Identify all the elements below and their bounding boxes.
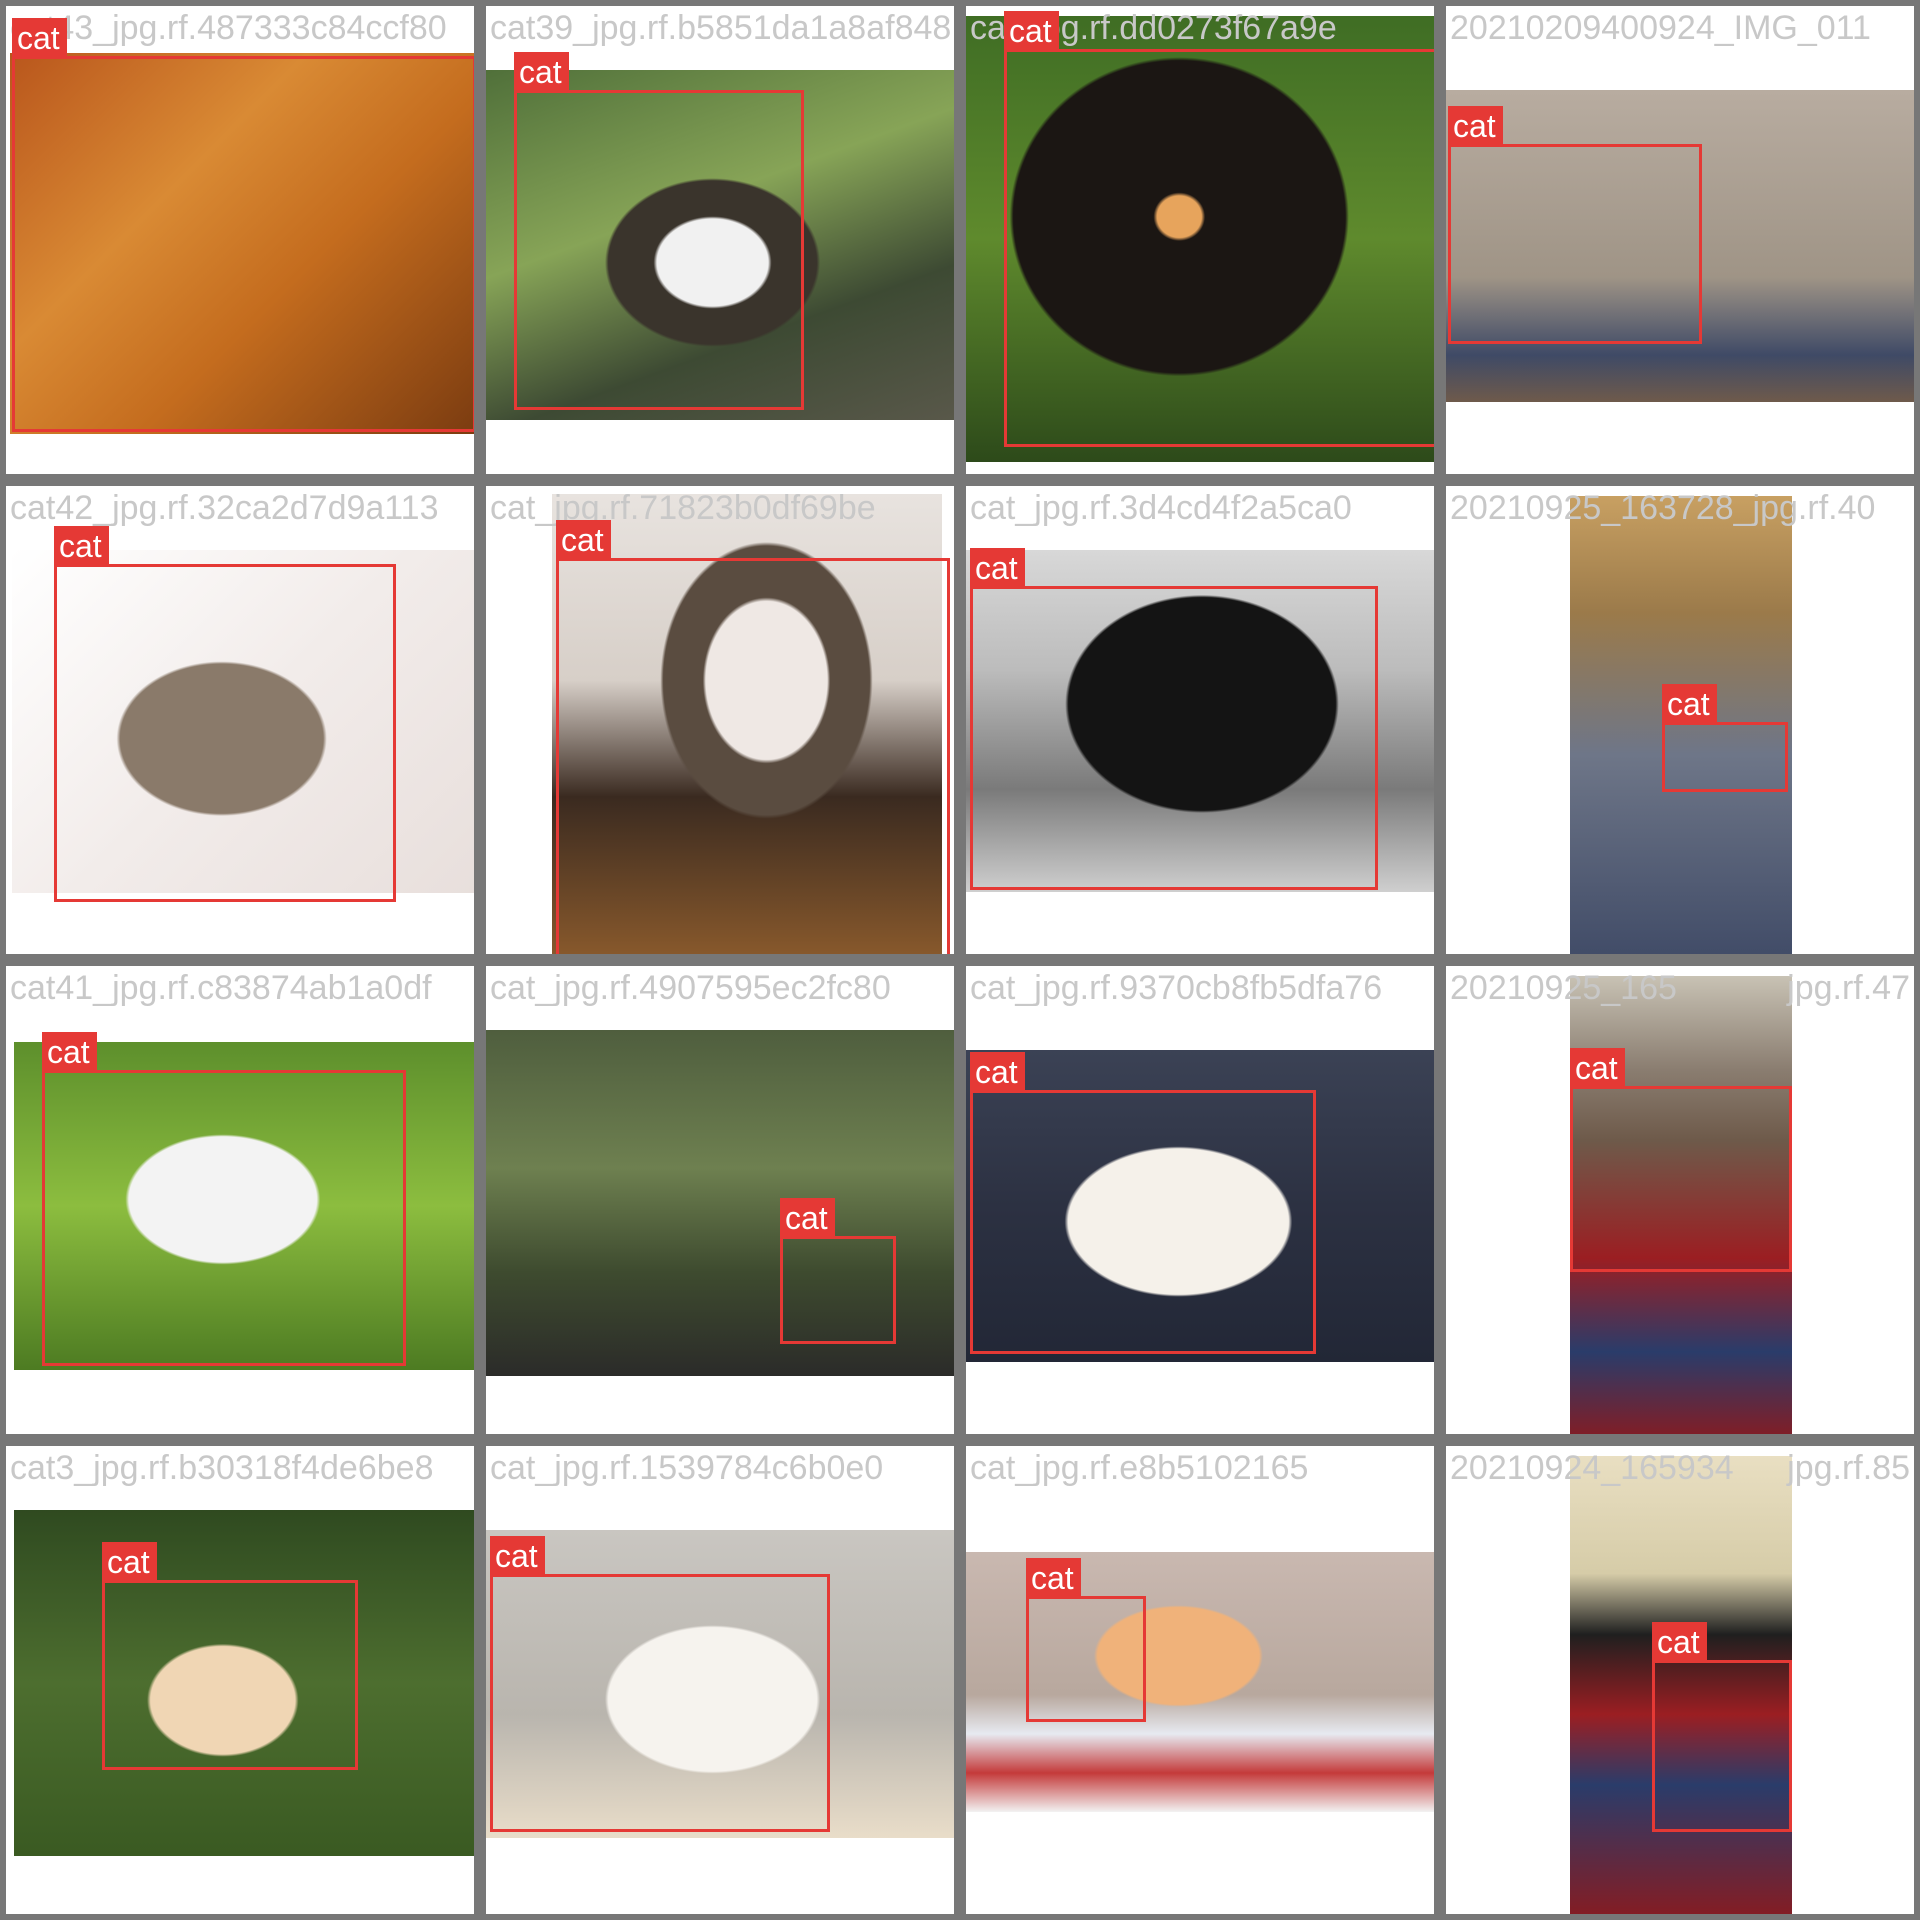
bounding-box: cat <box>1448 106 1702 344</box>
grid-tile: cat_jpg.rf.9370cb8fb5dfa76cat <box>966 966 1434 1434</box>
tile-filename: cat_jpg.rf.3d4cd4f2a5ca0 <box>970 489 1352 527</box>
grid-tile: cat43_jpg.rf.487333c84ccf80 cat <box>6 6 474 474</box>
bounding-box: cat <box>1004 11 1434 447</box>
bounding-box: cat <box>970 1052 1316 1354</box>
box-label: cat <box>514 52 569 90</box>
tile-filename: cat43_jpg.rf.487333c84ccf80 <box>10 9 447 47</box>
box-label: cat <box>1026 1558 1081 1596</box>
bounding-box: cat <box>1026 1558 1146 1722</box>
grid-tile: cat41_jpg.rf.c83874ab1a0dfcat <box>6 966 474 1434</box>
tile-filename: 20210925_165 <box>1450 969 1677 1007</box>
box-label: cat <box>54 526 109 564</box>
box-label: cat <box>780 1198 835 1236</box>
tile-filename: 20210925_163728_jpg.rf.40 <box>1450 489 1876 527</box>
tile-filename: cat39_jpg.rf.b5851da1a8af848 <box>490 9 952 47</box>
bounding-box: cat <box>54 526 396 902</box>
grid-tile: cat_jpg.rf.e8b5102165cat <box>966 1446 1434 1914</box>
tile-filename: cat_jpg.rf.4907595ec2fc80 <box>490 969 891 1007</box>
grid-tile: 20210209400924_IMG_011cat <box>1446 6 1914 474</box>
bounding-box: cat <box>970 548 1378 890</box>
grid-tile: cat3_jpg.rf.b30318f4de6be8cat <box>6 1446 474 1914</box>
box-label: cat <box>1570 1048 1625 1086</box>
box-label: cat <box>490 1536 545 1574</box>
tile-filename: cat_jpg.rf.1539784c6b0e0 <box>490 1449 884 1487</box>
box-label: cat <box>1004 11 1059 49</box>
box-label: cat <box>556 520 611 558</box>
bounding-box: cat <box>1570 1048 1792 1272</box>
box-label: cat <box>970 548 1025 586</box>
tile-filename: cat42_jpg.rf.32ca2d7d9a113 <box>10 489 439 527</box>
grid-tile: cat_jpg.rf.dd0273f67a9e cat <box>966 6 1434 474</box>
bounding-box: cat <box>1662 684 1788 792</box>
tile-filename: cat_jpg.rf.e8b5102165 <box>970 1449 1309 1487</box>
image-grid: cat43_jpg.rf.487333c84ccf80 cat cat39_jpg.… <box>0 0 1920 1920</box>
box-label: cat <box>1448 106 1503 144</box>
grid-tile: cat_jpg.rf.3d4cd4f2a5ca0cat <box>966 486 1434 954</box>
tile-filename-tail: jpg.rf.85 <box>1787 1449 1910 1487</box>
grid-tile: cat_jpg.rf.1539784c6b0e0cat <box>486 1446 954 1914</box>
box-label: cat <box>42 1032 97 1070</box>
grid-tile: cat_jpg.rf.4907595ec2fc80cat <box>486 966 954 1434</box>
grid-tile: 20210925_163728_jpg.rf.40cat <box>1446 486 1914 954</box>
box-label: cat <box>1662 684 1717 722</box>
grid-tile: cat42_jpg.rf.32ca2d7d9a113 cat <box>6 486 474 954</box>
tile-filename: cat3_jpg.rf.b30318f4de6be8 <box>10 1449 434 1487</box>
bounding-box: cat <box>1652 1622 1792 1832</box>
bounding-box: cat <box>490 1536 830 1832</box>
grid-tile: cat_jpg.rf.71823b0df69be cat <box>486 486 954 954</box>
bounding-box: cat <box>102 1542 358 1770</box>
bounding-box: cat <box>42 1032 406 1366</box>
tile-filename: cat_jpg.rf.9370cb8fb5dfa76 <box>970 969 1383 1007</box>
tile-filename: 20210924_165934 <box>1450 1449 1734 1487</box>
grid-tile: 20210924_165934 jpg.rf.85 cat <box>1446 1446 1914 1914</box>
box-label: cat <box>970 1052 1025 1090</box>
bounding-box: cat <box>12 18 474 432</box>
box-label: cat <box>12 18 67 56</box>
bounding-box: cat <box>556 520 950 954</box>
bounding-box: cat <box>514 52 804 410</box>
tile-filename: 20210209400924_IMG_011 <box>1450 9 1871 47</box>
box-label: cat <box>102 1542 157 1580</box>
box-label: cat <box>1652 1622 1707 1660</box>
grid-tile: cat39_jpg.rf.b5851da1a8af848cat <box>486 6 954 474</box>
tile-filename: cat_jpg.rf.71823b0df69be <box>490 489 876 527</box>
tile-filename-tail: jpg.rf.47 <box>1787 969 1910 1007</box>
bounding-box: cat <box>780 1198 896 1344</box>
tile-filename: cat41_jpg.rf.c83874ab1a0df <box>10 969 432 1007</box>
grid-tile: 20210925_165 jpg.rf.47 cat <box>1446 966 1914 1434</box>
